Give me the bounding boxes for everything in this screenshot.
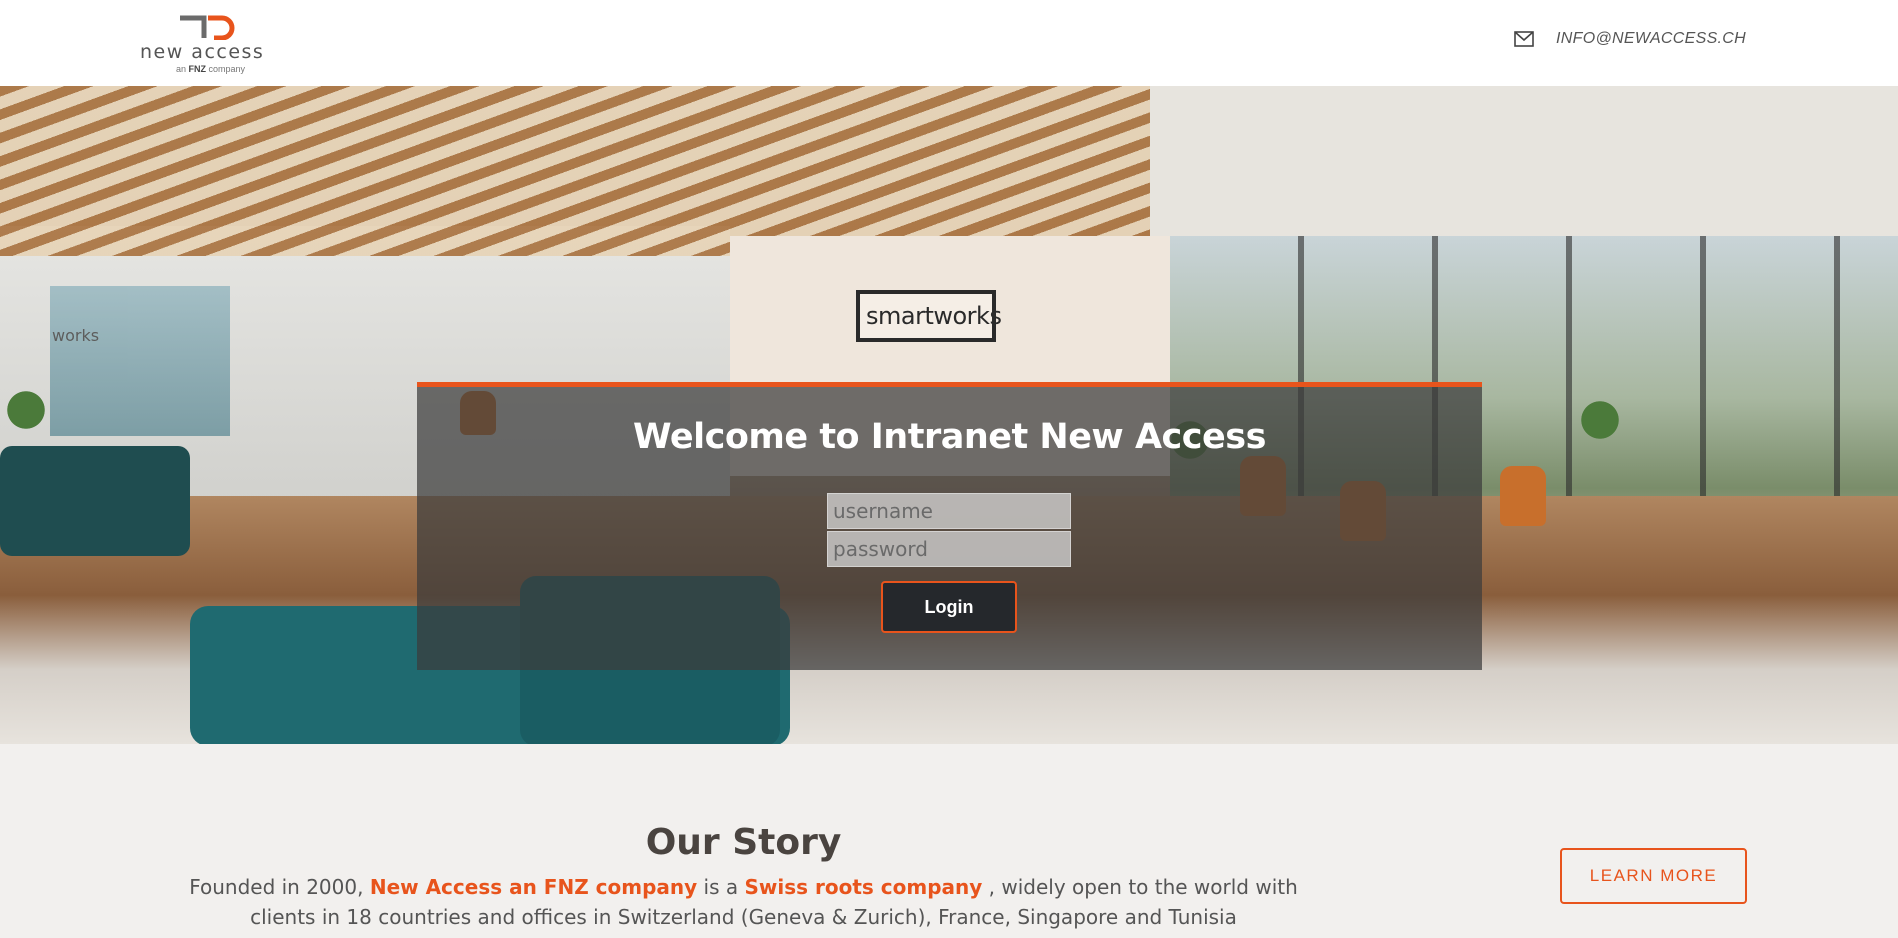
logo-tagline: an FNZ company — [176, 64, 246, 74]
mail-icon — [1514, 31, 1534, 47]
hero-plant — [1580, 396, 1620, 456]
password-input[interactable] — [827, 531, 1071, 567]
story-text: Founded in 2000, New Access an FNZ compa… — [189, 875, 1298, 929]
username-input[interactable] — [827, 493, 1071, 529]
login-button[interactable]: Login — [881, 581, 1017, 633]
login-card: Welcome to Intranet New Access Login — [417, 382, 1482, 670]
hero-plant — [6, 386, 46, 446]
our-story-section: Our Story Founded in 2000, New Access an… — [0, 744, 1898, 938]
hero-chair — [1500, 466, 1546, 526]
hero-glass-room: works — [50, 286, 230, 436]
logo-mark-icon — [180, 15, 235, 40]
learn-more-button[interactable]: LEARN MORE — [1560, 848, 1747, 904]
contact-info: INFO@NEWACCESS.CH — [1514, 30, 1746, 48]
login-title: Welcome to Intranet New Access — [633, 417, 1266, 457]
hero-sofa-left — [0, 446, 190, 556]
hero-ceiling — [0, 86, 1180, 256]
contact-email-link[interactable]: INFO@NEWACCESS.CH — [1556, 30, 1746, 48]
site-header: new access an FNZ company INFO@NEWACCESS… — [0, 0, 1898, 86]
new-access-logo[interactable]: new access an FNZ company — [138, 14, 288, 74]
story-highlight-company: New Access an FNZ company — [369, 875, 698, 899]
hero-smartworks-sign: smartworks — [856, 290, 1002, 342]
hero-ceiling-right — [1150, 86, 1898, 236]
glass-room-text: works — [52, 326, 100, 345]
sign-text: smartworks — [866, 302, 1002, 330]
story-highlight-swiss: Swiss roots company — [744, 875, 983, 899]
logo-wordmark: new access — [140, 41, 265, 63]
story-title: Our Story — [645, 822, 842, 863]
